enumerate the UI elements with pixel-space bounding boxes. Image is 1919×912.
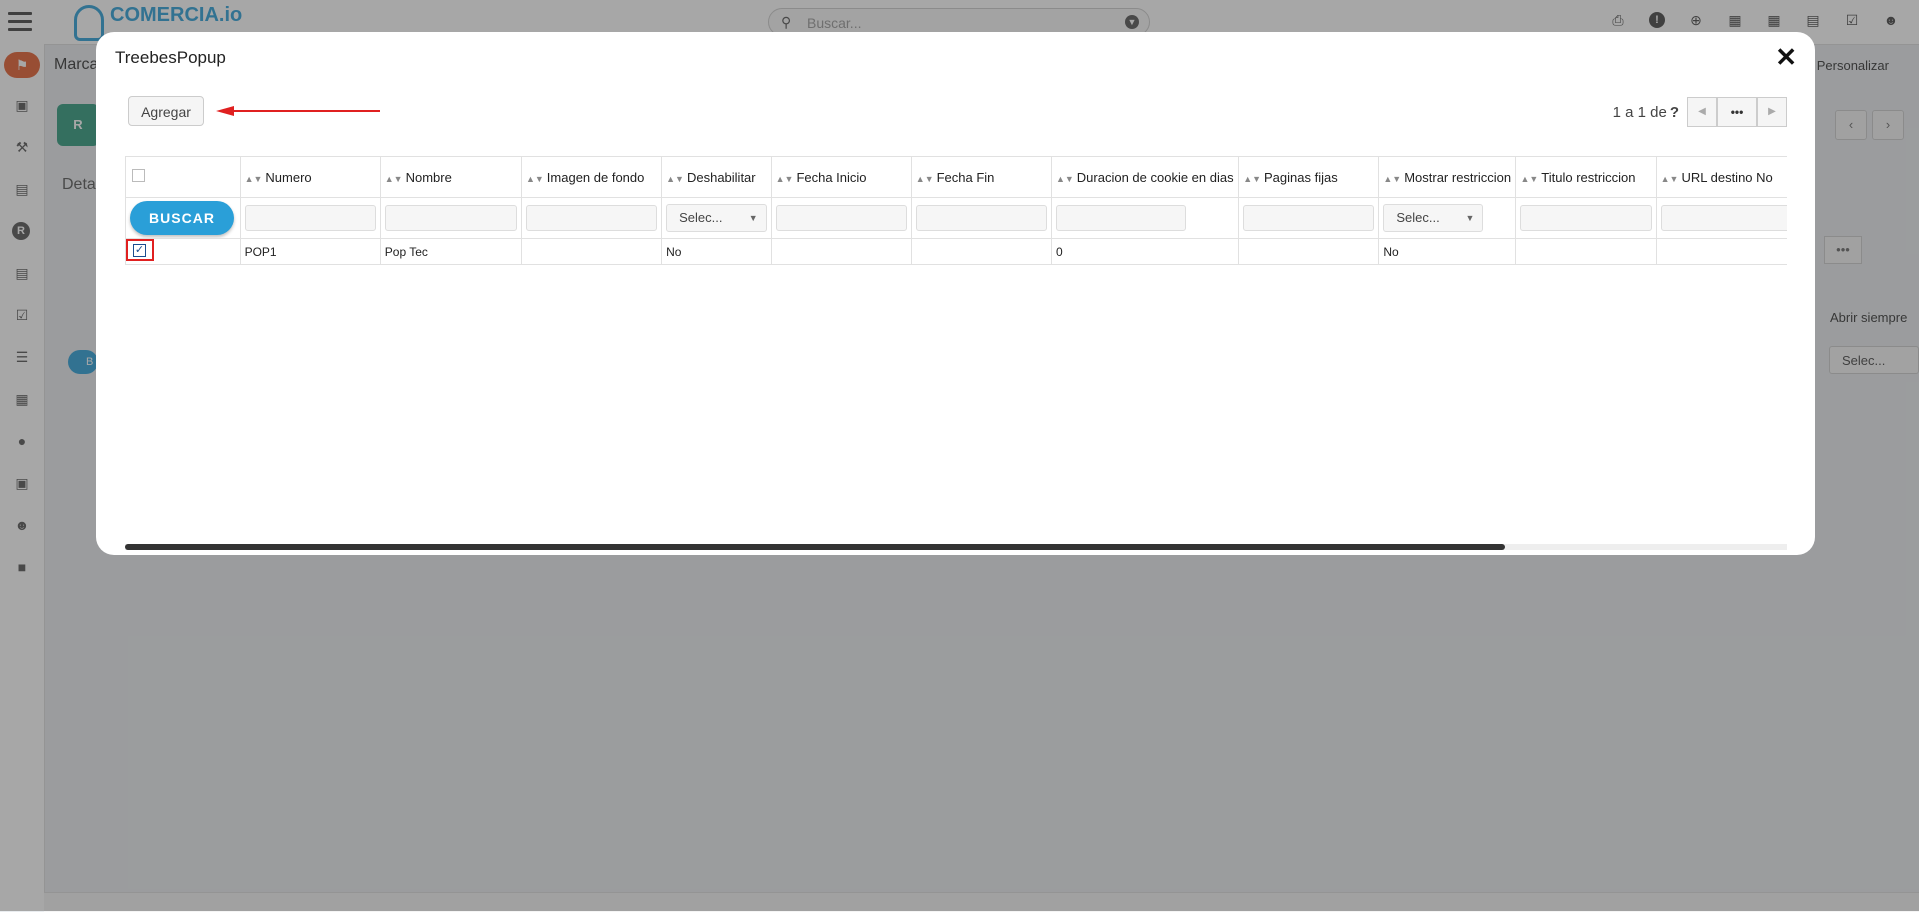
table-cell: 0 xyxy=(1050,238,1240,265)
table-row[interactable]: ✓ POP1 Pop Tec No 0 No xyxy=(125,238,1787,265)
scrollbar-thumb[interactable] xyxy=(125,544,1505,550)
header-row: ▲▼ Numero ▲▼ Nombre ▲▼ Imagen de fondo ▲▼ De… xyxy=(125,156,1787,198)
column-header[interactable]: ▲▼ Duracion de cookie en dias xyxy=(1050,156,1240,198)
sort-icon: ▲▼ xyxy=(775,173,794,184)
column-label: Paginas fijas xyxy=(1264,169,1338,185)
filter-nombre-input[interactable] xyxy=(384,205,517,231)
filter-cell xyxy=(910,197,1052,239)
more-pages-button[interactable]: ••• xyxy=(1717,97,1757,127)
records-table: ▲▼ Numero ▲▼ Nombre ▲▼ Imagen de fondo ▲▼ De… xyxy=(125,156,1787,265)
filter-imagen-input[interactable] xyxy=(525,205,658,231)
column-label: Titulo restriccion xyxy=(1541,169,1636,185)
table-cell: No xyxy=(661,238,772,265)
row-select-cell: ✓ xyxy=(125,238,241,265)
filter-cell xyxy=(1655,197,1787,239)
filter-url-input[interactable] xyxy=(1660,205,1787,231)
add-button[interactable]: Agregar xyxy=(128,96,204,126)
records-grid: ▲▼ Numero ▲▼ Nombre ▲▼ Imagen de fondo ▲▼ De… xyxy=(125,156,1787,456)
filter-deshabilitar-select[interactable]: Selec... ▼ xyxy=(666,204,767,232)
select-all-cell xyxy=(125,156,241,198)
sort-icon: ▲▼ xyxy=(915,173,934,184)
filter-titulo-input[interactable] xyxy=(1520,205,1652,231)
filter-cell xyxy=(1238,197,1380,239)
modal-title: TreebesPopup xyxy=(115,48,226,67)
search-cell: BUSCAR xyxy=(125,197,241,239)
table-cell xyxy=(520,238,663,265)
column-header[interactable]: ▲▼ Mostrar restriccion xyxy=(1378,156,1517,198)
select-all-checkbox[interactable] xyxy=(132,169,145,182)
column-header[interactable]: ▲▼ Titulo restriccion xyxy=(1515,156,1657,198)
filter-cell: Selec... ▼ xyxy=(1378,197,1517,239)
close-icon[interactable]: ✕ xyxy=(1775,42,1797,73)
annotation-arrow xyxy=(216,106,380,116)
treebes-popup: TreebesPopup ✕ Agregar 1 a 1 de? ◀ ••• ▶… xyxy=(96,32,1815,555)
search-button[interactable]: BUSCAR xyxy=(130,201,234,235)
select-value: Selec... xyxy=(1396,210,1440,225)
column-label: Duracion de cookie en dias xyxy=(1076,169,1234,185)
pagination: 1 a 1 de? ◀ ••• ▶ xyxy=(1613,96,1787,128)
filter-cell xyxy=(239,197,381,239)
column-header[interactable]: ▲▼ Fecha Inicio xyxy=(770,156,912,198)
filter-mostrar-select[interactable]: Selec... ▼ xyxy=(1383,204,1484,232)
table-cell: No xyxy=(1378,238,1517,265)
next-page-icon[interactable]: ▶ xyxy=(1757,97,1787,127)
prev-page-icon[interactable]: ◀ xyxy=(1687,97,1717,127)
column-label: Imagen de fondo xyxy=(546,169,645,185)
caret-down-icon: ▼ xyxy=(748,213,758,223)
sort-icon: ▲▼ xyxy=(666,173,684,184)
filter-cell xyxy=(379,197,522,239)
row-checkbox[interactable]: ✓ xyxy=(133,244,146,257)
filter-cell xyxy=(520,197,663,239)
table-cell xyxy=(910,238,1052,265)
caret-down-icon: ▼ xyxy=(1465,213,1475,223)
column-header[interactable]: ▲▼ Imagen de fondo xyxy=(520,156,663,198)
column-label: Fecha Inicio xyxy=(796,169,867,185)
sort-icon: ▲▼ xyxy=(525,173,544,184)
sort-icon: ▲▼ xyxy=(1520,173,1539,184)
column-header[interactable]: ▲▼ URL destino No xyxy=(1655,156,1787,198)
table-cell xyxy=(1515,238,1657,265)
column-header[interactable]: ▲▼ Numero xyxy=(239,156,381,198)
filter-row: BUSCAR Selec... ▼ Selec... ▼ xyxy=(125,197,1787,239)
select-value: Selec... xyxy=(679,210,723,225)
filter-cell xyxy=(770,197,912,239)
filter-duracion-input[interactable] xyxy=(1055,205,1186,231)
horizontal-scrollbar[interactable] xyxy=(125,544,1787,550)
table-cell xyxy=(1238,238,1380,265)
column-header[interactable]: ▲▼ Nombre xyxy=(379,156,522,198)
column-header[interactable]: ▲▼ Paginas fijas xyxy=(1238,156,1380,198)
filter-cell xyxy=(1515,197,1657,239)
filter-fecha-inicio-input[interactable] xyxy=(775,205,907,231)
column-label: Fecha Fin xyxy=(936,169,995,185)
table-cell xyxy=(770,238,912,265)
pagination-text: 1 a 1 de? xyxy=(1613,104,1679,121)
table-cell: Pop Tec xyxy=(379,238,522,265)
table-cell: POP1 xyxy=(239,238,381,265)
column-label: Nombre xyxy=(405,169,452,185)
column-label: URL destino No xyxy=(1681,169,1773,185)
filter-paginas-input[interactable] xyxy=(1243,205,1375,231)
filter-fecha-fin-input[interactable] xyxy=(915,205,1047,231)
table-cell xyxy=(1655,238,1787,265)
column-label: Numero xyxy=(265,169,312,185)
annotation-highlight: ✓ xyxy=(126,239,154,261)
sort-icon: ▲▼ xyxy=(1243,173,1262,184)
column-header[interactable]: ▲▼ Deshabilitar xyxy=(661,156,772,198)
sort-icon: ▲▼ xyxy=(244,173,263,184)
filter-cell: Selec... ▼ xyxy=(661,197,772,239)
pagination-range: 1 a 1 de xyxy=(1612,103,1667,121)
filter-cell xyxy=(1050,197,1240,239)
pagination-total: ? xyxy=(1669,103,1679,121)
column-label: Mostrar restriccion xyxy=(1404,169,1512,185)
filter-numero-input[interactable] xyxy=(244,205,376,231)
sort-icon: ▲▼ xyxy=(1660,173,1679,184)
sort-icon: ▲▼ xyxy=(1383,173,1402,184)
column-header[interactable]: ▲▼ Fecha Fin xyxy=(910,156,1052,198)
sort-icon: ▲▼ xyxy=(384,173,403,184)
column-label: Deshabilitar xyxy=(686,169,756,185)
sort-icon: ▲▼ xyxy=(1055,173,1074,184)
